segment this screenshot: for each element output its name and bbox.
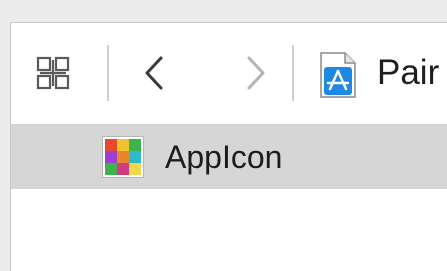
list-item-selected[interactable]: AppIcon bbox=[11, 124, 447, 189]
editor-window: Pair AppIcon bbox=[10, 22, 447, 271]
back-button[interactable] bbox=[135, 53, 175, 93]
app-store-document-icon bbox=[320, 52, 356, 98]
app-icon-thumbnail bbox=[103, 137, 143, 177]
list-item-label: AppIcon bbox=[165, 139, 283, 175]
jump-bar-divider bbox=[107, 45, 109, 101]
related-items-button[interactable] bbox=[33, 53, 73, 93]
forward-button[interactable] bbox=[235, 53, 275, 93]
app-icon-thumbnail-icon bbox=[105, 139, 141, 175]
chevron-left-icon bbox=[145, 56, 163, 90]
chevron-right-icon bbox=[247, 56, 265, 90]
breadcrumb-file-button[interactable] bbox=[318, 51, 358, 99]
breadcrumb-label[interactable]: Pair bbox=[377, 54, 439, 92]
jump-bar: Pair bbox=[11, 23, 447, 123]
related-items-grid-icon bbox=[36, 56, 70, 90]
jump-bar-divider bbox=[292, 45, 294, 101]
